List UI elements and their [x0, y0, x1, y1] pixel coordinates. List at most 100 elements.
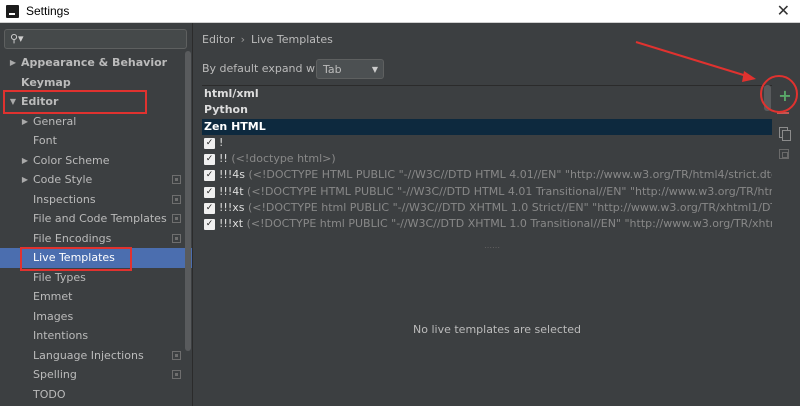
sidebar-item-font[interactable]: Font	[0, 131, 192, 151]
expand-dropdown-value: Tab	[323, 63, 342, 76]
template-abbr-text: !	[219, 135, 224, 149]
breadcrumb-current: Live Templates	[250, 33, 333, 46]
expanded-arrow-icon[interactable]: ▼	[8, 92, 18, 112]
sidebar-item-label: TODO	[33, 387, 66, 401]
templates-list: html/xml Python Zen HTML ✓! ✓!! (<!doctype …	[202, 85, 772, 243]
templates-toolbar: +	[771, 85, 800, 195]
sidebar-item-label: General	[33, 114, 77, 128]
template-abbreviation: !!!4s (<!DOCTYPE HTML PUBLIC "-//W3C//DT…	[219, 167, 772, 183]
template-row[interactable]: ✓ !!!xs (<!DOCTYPE html PUBLIC "-//W3C//D…	[202, 200, 772, 216]
template-abbreviation: !!!4t (<!DOCTYPE HTML PUBLIC "-//W3C//DT…	[219, 184, 772, 200]
project-scope-icon	[172, 214, 181, 223]
collapsed-arrow-icon[interactable]: ▶	[20, 151, 30, 171]
copy-template-button[interactable]	[779, 127, 791, 141]
main-panel: Editor › Live Templates By default expand …	[194, 23, 800, 406]
breadcrumb-parent[interactable]: Editor	[202, 33, 235, 46]
sidebar-scrollbar[interactable]	[185, 51, 191, 351]
sidebar-item-appearance-behavior[interactable]: ▶ Appearance & Behavior	[0, 53, 192, 73]
project-scope-icon	[172, 194, 181, 204]
collapsed-arrow-icon[interactable]: ▶	[20, 112, 30, 132]
template-row[interactable]: ✓ !! (<!doctype html>)	[202, 151, 772, 167]
sidebar-item-file-encodings[interactable]: File Encodings	[0, 229, 192, 249]
sidebar-item-language-injections[interactable]: Language Injections	[0, 346, 192, 366]
project-scope-icon	[172, 175, 181, 184]
sidebar-item-inspections[interactable]: Inspections	[0, 190, 192, 210]
sidebar-item-label: Color Scheme	[33, 153, 110, 167]
sidebar-item-label: Live Templates	[33, 251, 115, 264]
template-checkbox[interactable]: ✓	[204, 203, 215, 215]
template-abbr-text: !!!xs	[219, 201, 245, 215]
template-abbreviation: !	[219, 135, 223, 151]
chevron-down-icon: ▼	[371, 65, 378, 74]
sidebar-item-editor[interactable]: ▼ Editor	[0, 92, 192, 112]
breadcrumb: Editor › Live Templates	[202, 33, 333, 46]
template-abbr-text: !!!4s	[219, 168, 245, 182]
sidebar-item-label: Keymap	[21, 75, 71, 89]
collapsed-arrow-icon[interactable]: ▶	[8, 53, 18, 73]
template-description: (<!DOCTYPE HTML PUBLIC "-//W3C//DTD HTML…	[248, 168, 772, 182]
search-input[interactable]	[27, 31, 182, 47]
expand-dropdown[interactable]: Tab ▼	[316, 59, 384, 79]
template-group-row[interactable]: Python	[202, 102, 772, 118]
sidebar-item-label: Appearance & Behavior	[21, 56, 168, 69]
project-scope-icon	[172, 370, 181, 379]
template-abbreviation: !!!xt (<!DOCTYPE html PUBLIC "-//W3C//DT…	[219, 216, 772, 232]
settings-tree: ▶ Appearance & Behavior Keymap ▼ Editor ▶ Gene…	[0, 53, 192, 405]
settings-search[interactable]: ⚲▾	[4, 29, 187, 49]
settings-sidebar: ⚲▾ ▶ Appearance & Behavior Keymap ▼ Editor ▶ G…	[0, 23, 193, 406]
sidebar-item-label: Emmet	[33, 290, 73, 303]
restore-template-button[interactable]	[779, 149, 789, 159]
template-row[interactable]: ✓ !!!4s (<!DOCTYPE HTML PUBLIC "-//W3C//D…	[202, 167, 772, 183]
sidebar-item-label: Intentions	[33, 329, 89, 342]
close-icon[interactable]: ✕	[777, 1, 790, 20]
template-group-row[interactable]: html/xml	[202, 86, 772, 102]
template-row[interactable]: ✓!	[202, 135, 772, 151]
sidebar-item-label: Spelling	[33, 368, 77, 381]
template-row[interactable]: ✓ !!!4t (<!DOCTYPE HTML PUBLIC "-//W3C//D…	[202, 184, 772, 200]
sidebar-item-label: File and Code Templates	[33, 212, 167, 225]
add-template-button[interactable]: +	[777, 88, 793, 105]
sidebar-item-intentions[interactable]: Intentions	[0, 326, 192, 346]
remove-template-button[interactable]	[777, 112, 789, 114]
sidebar-item-code-style[interactable]: ▶ Code Style	[0, 170, 192, 190]
sidebar-item-label: Editor	[21, 95, 59, 108]
sidebar-item-label: Language Injections	[33, 348, 144, 362]
sidebar-item-file-types[interactable]: File Types	[0, 268, 192, 288]
sidebar-item-live-templates[interactable]: Live Templates	[0, 248, 192, 268]
template-checkbox[interactable]: ✓	[204, 186, 215, 198]
sidebar-item-color-scheme[interactable]: ▶ Color Scheme	[0, 151, 192, 171]
sidebar-item-spelling[interactable]: Spelling	[0, 365, 192, 385]
intellij-app-icon	[6, 5, 19, 18]
sidebar-item-label: Code Style	[33, 173, 93, 186]
collapsed-arrow-icon[interactable]: ▶	[20, 170, 30, 190]
project-scope-icon	[172, 350, 181, 360]
template-abbreviation: !! (<!doctype html>)	[219, 151, 336, 167]
expand-setting: By default expand with Tab ▼	[202, 59, 384, 79]
template-description: (<!DOCTYPE HTML PUBLIC "-//W3C//DTD HTML…	[247, 184, 772, 198]
splitter-handle[interactable]: ⋯⋯	[484, 243, 500, 252]
expand-label: By default expand with	[202, 62, 330, 75]
template-abbr-text: !!	[219, 152, 228, 166]
breadcrumb-separator: ›	[240, 33, 245, 46]
template-description: (<!DOCTYPE html PUBLIC "-//W3C//DTD XHTM…	[247, 201, 772, 215]
sidebar-item-label: File Encodings	[33, 231, 112, 245]
template-checkbox[interactable]: ✓	[204, 219, 215, 231]
project-scope-icon	[172, 233, 181, 243]
sidebar-item-label: Font	[33, 134, 57, 147]
sidebar-item-todo[interactable]: TODO	[0, 385, 192, 405]
template-checkbox[interactable]: ✓	[204, 137, 215, 149]
sidebar-item-keymap[interactable]: Keymap	[0, 73, 192, 93]
search-icon: ⚲▾	[10, 32, 24, 45]
template-abbr-text: !!!4t	[219, 184, 244, 198]
template-checkbox[interactable]: ✓	[204, 154, 215, 166]
template-checkbox[interactable]: ✓	[204, 170, 215, 182]
sidebar-item-emmet[interactable]: Emmet	[0, 287, 192, 307]
sidebar-item-general[interactable]: ▶ General	[0, 112, 192, 132]
template-abbr-text: !!!xt	[219, 217, 244, 231]
window-title: Settings	[26, 4, 70, 18]
template-group-row[interactable]: Zen HTML	[202, 118, 772, 135]
template-row[interactable]: ✓ !!!xt (<!DOCTYPE html PUBLIC "-//W3C//D…	[202, 216, 772, 232]
templates-scrollbar[interactable]	[764, 85, 771, 111]
sidebar-item-file-and-code-templates[interactable]: File and Code Templates	[0, 209, 192, 229]
sidebar-item-images[interactable]: Images	[0, 307, 192, 327]
